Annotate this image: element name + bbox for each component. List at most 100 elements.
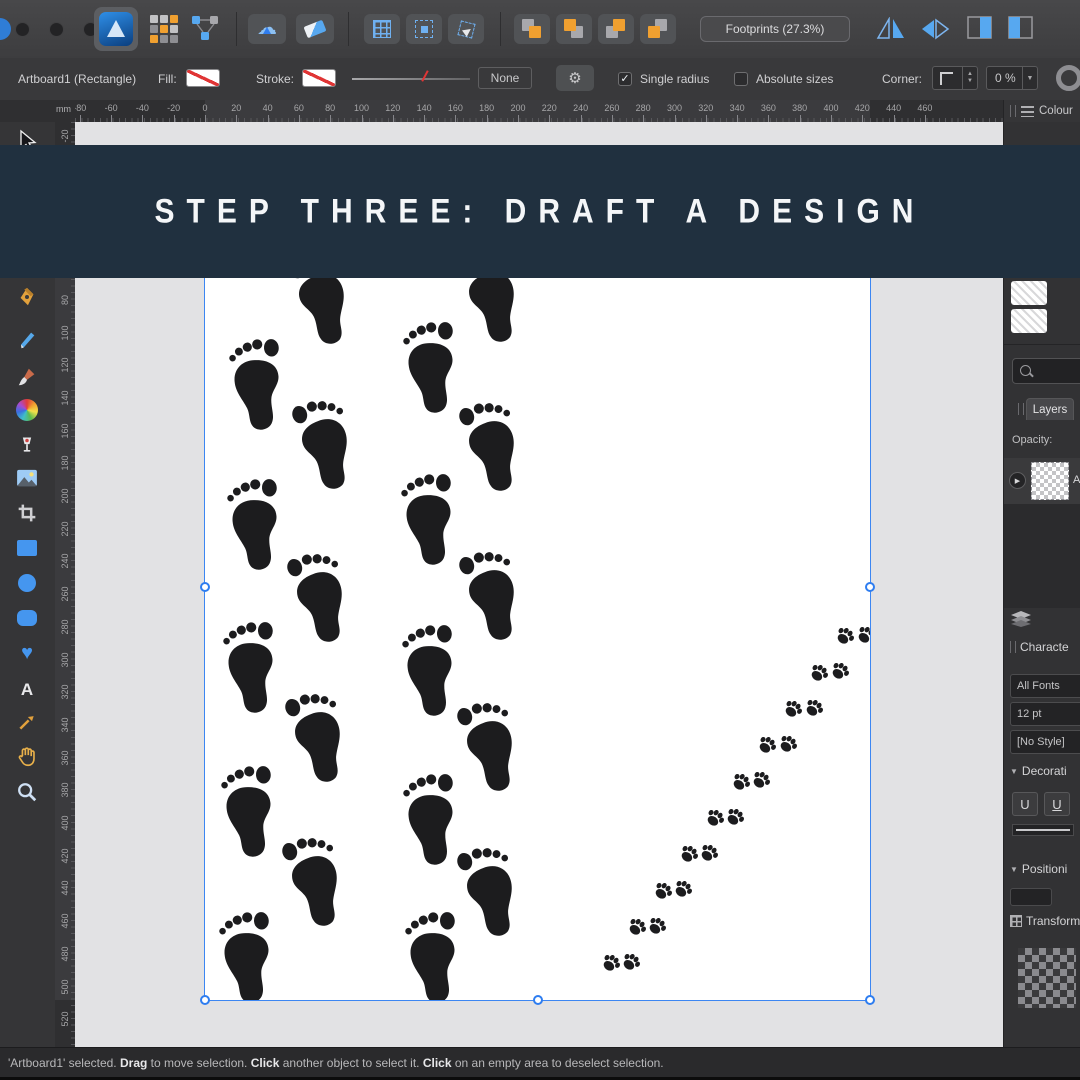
rounded-rectangle-tool[interactable]	[8, 601, 46, 635]
show-grid-button[interactable]	[364, 14, 400, 44]
character-panel-header[interactable]: Characte	[1010, 640, 1069, 654]
font-size-field[interactable]: 12 pt	[1010, 702, 1080, 726]
corner-type-dropdown[interactable]: ▲ ▼	[932, 66, 978, 90]
fill-tool[interactable]	[8, 428, 46, 462]
zoom-tool[interactable]	[8, 775, 46, 809]
place-image-tool[interactable]	[8, 461, 46, 495]
rotate-right-icon	[1008, 16, 1033, 39]
layers-stack-icon[interactable]	[1011, 611, 1031, 632]
slice-button[interactable]	[296, 14, 334, 44]
heart-icon: ♥	[21, 642, 33, 664]
decorations-section-header[interactable]: ▼ Decorati	[1010, 764, 1067, 778]
document-title-button[interactable]: Footprints (27.3%)	[700, 16, 850, 42]
horizontal-ruler[interactable]: -80-60-40-200204060801001201401601802002…	[75, 100, 1003, 122]
snap-square-icon	[415, 20, 433, 38]
insert-after-button[interactable]	[640, 14, 676, 44]
transform-grid-icon	[1010, 915, 1022, 927]
ruler-row: mm -80-60-40-200204060801001201401601802…	[0, 100, 1080, 123]
crop-tool[interactable]	[8, 496, 46, 530]
single-radius-checkbox[interactable]: ✓	[618, 72, 632, 86]
rectangle-tool[interactable]	[8, 531, 46, 565]
layers-panel-tab[interactable]: Layers	[1026, 398, 1074, 420]
crop-icon	[18, 504, 36, 522]
insert-behind-button[interactable]	[514, 14, 550, 44]
decorations-header-label: Decorati	[1021, 764, 1067, 778]
selection-handle-right[interactable]	[865, 582, 875, 592]
corner-label: Corner:	[882, 72, 923, 86]
absolute-sizes-label: Absolute sizes	[756, 72, 834, 86]
positioning-section-header[interactable]: ▼ Positioni	[1010, 862, 1067, 876]
pen-tool[interactable]	[8, 280, 46, 314]
layer-row[interactable]: ▶ A	[1004, 458, 1080, 504]
export-persona-button[interactable]	[190, 13, 220, 48]
font-family-dropdown[interactable]: All Fonts	[1010, 674, 1080, 698]
colour-tab-label: Colour	[1039, 105, 1073, 117]
text-tool[interactable]: A	[8, 673, 46, 707]
stroke-settings-button[interactable]: ⚙	[556, 65, 594, 91]
top-toolbar: ☁ Footprints (27.3%)	[0, 0, 1080, 59]
swatch-preview[interactable]	[1011, 281, 1047, 305]
stroke-width-value[interactable]: None	[478, 67, 532, 89]
rotate-left-button[interactable]	[966, 15, 994, 46]
layer-name: A	[1073, 474, 1080, 486]
insert-on-top-button[interactable]	[556, 14, 592, 44]
flip-vertical-button[interactable]	[920, 17, 950, 46]
text-style-dropdown[interactable]: [No Style]	[1010, 730, 1080, 754]
minimize-window-button[interactable]	[49, 22, 64, 37]
designer-persona-button[interactable]	[94, 7, 138, 51]
glass-icon	[22, 437, 32, 452]
flip-horizontal-icon	[876, 16, 904, 39]
swatch-preview-2[interactable]	[1011, 309, 1047, 333]
decoration-colour-strip[interactable]	[1012, 824, 1074, 836]
colour-wheel-tool[interactable]	[8, 393, 46, 427]
upload-cloud-button[interactable]: ☁	[248, 14, 286, 44]
transparency-checker-preview	[1018, 948, 1076, 1008]
insert-inside-button[interactable]	[598, 14, 634, 44]
search-icon	[1020, 365, 1031, 376]
ellipse-tool[interactable]	[8, 566, 46, 600]
status-bar: 'Artboard1' selected. Drag to move selec…	[0, 1047, 1080, 1077]
export-persona-icon	[192, 16, 218, 40]
layers-search-input[interactable]	[1012, 358, 1080, 384]
hand-tool[interactable]	[8, 740, 46, 774]
panel-grip-icon	[1018, 403, 1024, 415]
absolute-sizes-checkbox[interactable]	[734, 72, 748, 86]
underline-style-button[interactable]: U	[1044, 792, 1070, 816]
colour-panel-tab[interactable]: Colour	[1003, 100, 1080, 122]
heart-shape-tool[interactable]: ♥	[8, 636, 46, 670]
opacity-label: Opacity:	[1012, 434, 1053, 446]
snapping-button[interactable]	[406, 14, 442, 44]
positioning-field[interactable]	[1010, 888, 1052, 906]
rotate-left-icon	[967, 16, 992, 39]
stroke-width-slider[interactable]	[352, 78, 470, 80]
selection-handle-bottom[interactable]	[533, 995, 543, 1005]
insert-inside-icon	[604, 18, 628, 40]
selection-type-label: Artboard1 (Rectangle)	[18, 72, 137, 86]
rotate-right-button[interactable]	[1006, 15, 1034, 46]
snap-to-object-button[interactable]	[448, 14, 484, 44]
selection-handle-bottom-left[interactable]	[200, 995, 210, 1005]
corner-percent-dropdown[interactable]: 0 % ▼	[986, 66, 1038, 90]
underline-button[interactable]: U	[1012, 792, 1038, 816]
selection-handle-left[interactable]	[200, 582, 210, 592]
stroke-swatch[interactable]	[302, 69, 336, 87]
layer-thumbnail[interactable]	[1031, 462, 1069, 500]
artboard-content[interactable]	[205, 170, 870, 1000]
stroke-label: Stroke:	[256, 72, 295, 86]
artboard[interactable]	[204, 169, 871, 1001]
colour-picker-tool[interactable]	[8, 705, 46, 739]
dropdown-arrow-icon: ▼	[1022, 67, 1037, 89]
close-window-button[interactable]	[15, 22, 30, 37]
pixel-persona-button[interactable]	[150, 15, 178, 43]
corner-stepper[interactable]: ▲ ▼	[962, 67, 977, 89]
fill-swatch[interactable]	[186, 69, 220, 87]
transform-panel-header[interactable]: Transform	[1010, 914, 1080, 928]
pencil-tool[interactable]	[8, 323, 46, 357]
layer-disclosure-icon[interactable]: ▶	[1009, 472, 1026, 489]
selection-handle-bottom-right[interactable]	[865, 995, 875, 1005]
flip-horizontal-button[interactable]	[876, 16, 906, 46]
layer-list-empty-area[interactable]	[1004, 504, 1080, 608]
font-size-value: 12 pt	[1017, 708, 1042, 720]
vector-brush-tool[interactable]	[8, 360, 46, 394]
grid-icon	[373, 20, 391, 38]
